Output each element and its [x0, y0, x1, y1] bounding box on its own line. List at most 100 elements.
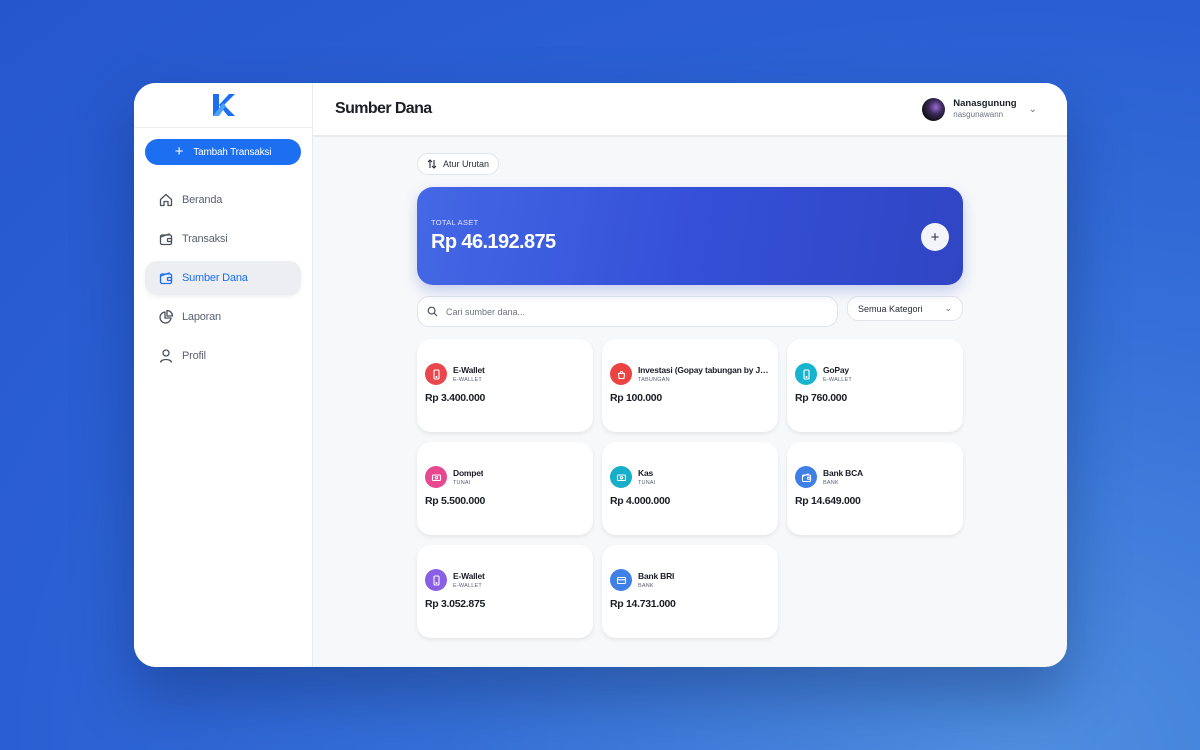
app-window: + Tambah Transaksi Beranda Transaksi Sum… — [134, 83, 1067, 667]
fund-name: GoPay — [823, 365, 849, 375]
sidebar-item-laporan[interactable]: Laporan — [145, 300, 301, 334]
phone-icon — [425, 569, 447, 591]
wallet-icon — [795, 466, 817, 488]
user-info: Nanasgunung nasgunawann — [953, 97, 1017, 119]
user-handle: nasgunawann — [953, 109, 1004, 119]
fund-grid: E-Wallet E-WALLET Rp 3.400.000 Investasi… — [417, 339, 963, 638]
page-title: Sumber Dana — [335, 100, 432, 117]
fund-text: E-Wallet E-WALLET — [453, 571, 485, 589]
fund-name: E-Wallet — [453, 365, 485, 375]
fund-head: GoPay E-WALLET — [795, 363, 955, 385]
home-icon — [159, 193, 173, 207]
logo-icon[interactable] — [210, 93, 236, 117]
chevron-down-icon: ⌄ — [1028, 103, 1037, 115]
search-icon — [427, 306, 438, 317]
sidebar-item-label: Beranda — [182, 194, 223, 206]
fund-type: TUNAI — [453, 480, 471, 486]
fund-head: Kas TUNAI — [610, 466, 770, 488]
fund-card[interactable]: E-Wallet E-WALLET Rp 3.400.000 — [417, 339, 593, 432]
fund-name: Bank BRI — [638, 571, 675, 581]
sidebar-item-label: Profil — [182, 350, 206, 362]
sidebar-item-profil[interactable]: Profil — [145, 339, 301, 373]
total-assets-card: TOTAL ASET Rp 46.192.875 + — [417, 187, 963, 285]
sidebar-item-label: Transaksi — [182, 233, 228, 245]
pie-chart-icon — [159, 309, 174, 324]
category-select[interactable]: Semua Kategori ⌄ — [847, 296, 963, 321]
sidebar-nav: Beranda Transaksi Sumber Dana Laporan Pr… — [134, 183, 312, 373]
fund-text: GoPay E-WALLET — [823, 365, 852, 383]
fund-type: BANK — [638, 583, 654, 589]
fund-amount: Rp 3.052.875 — [425, 598, 486, 610]
sidebar-item-label: Sumber Dana — [182, 272, 248, 284]
fund-text: Bank BCA BANK — [823, 468, 863, 486]
fund-name: Dompet — [453, 468, 484, 478]
sort-button[interactable]: Atur Urutan — [417, 153, 500, 175]
plus-icon: + — [174, 142, 184, 160]
fund-amount: Rp 100.000 — [610, 392, 662, 404]
fund-type: E-WALLET — [453, 377, 482, 383]
fund-card[interactable]: E-Wallet E-WALLET Rp 3.052.875 — [417, 545, 593, 638]
cash-icon — [425, 466, 447, 488]
search-box — [417, 296, 838, 327]
phone-icon — [425, 363, 447, 385]
fund-head: E-Wallet E-WALLET — [425, 569, 585, 591]
fund-text: E-Wallet E-WALLET — [453, 365, 485, 383]
add-transaction-label: Tambah Transaksi — [193, 146, 272, 158]
fund-text: Kas TUNAI — [638, 468, 656, 486]
fund-card[interactable]: Bank BRI BANK Rp 14.731.000 — [602, 545, 778, 638]
fund-amount: Rp 14.649.000 — [795, 495, 861, 507]
fund-amount: Rp 760.000 — [795, 392, 847, 404]
user-icon — [159, 349, 173, 363]
fund-text: Dompet TUNAI — [453, 468, 483, 486]
sidebar-item-transaksi[interactable]: Transaksi — [145, 222, 301, 256]
fund-head: Bank BRI BANK — [610, 569, 770, 591]
sort-icon — [427, 159, 437, 169]
chevron-down-icon: ⌄ — [944, 303, 952, 313]
fund-card[interactable]: Bank BCA BANK Rp 14.649.000 — [787, 442, 963, 535]
content: Atur Urutan TOTAL ASET Rp 46.192.875 + S… — [417, 153, 963, 638]
fund-card[interactable]: Kas TUNAI Rp 4.000.000 — [602, 442, 778, 535]
sidebar: + Tambah Transaksi Beranda Transaksi Sum… — [134, 83, 313, 667]
fund-amount: Rp 5.500.000 — [425, 495, 486, 507]
fund-card[interactable]: Investasi (Gopay tabungan by Ja... TABUN… — [602, 339, 778, 432]
sidebar-item-label: Laporan — [182, 311, 221, 323]
fund-amount: Rp 4.000.000 — [610, 495, 671, 507]
fund-type: TABUNGAN — [638, 377, 670, 383]
user-name: Nanasgunung — [953, 97, 1017, 109]
fund-name: Investasi (Gopay tabungan by Ja... — [638, 365, 770, 375]
fund-head: Investasi (Gopay tabungan by Ja... TABUN… — [610, 363, 770, 385]
fund-head: Dompet TUNAI — [425, 466, 585, 488]
piggy-bank-icon — [610, 363, 632, 385]
fund-amount: Rp 14.731.000 — [610, 598, 676, 610]
wallet-icon — [159, 233, 173, 246]
sort-label: Atur Urutan — [443, 159, 490, 169]
main-area: Sumber Dana Nanasgunung nasgunawann ⌄ At… — [313, 83, 1067, 667]
phone-icon — [795, 363, 817, 385]
sidebar-item-beranda[interactable]: Beranda — [145, 183, 301, 217]
fund-type: BANK — [823, 480, 839, 486]
plus-icon: + — [930, 228, 940, 246]
fund-type: E-WALLET — [823, 377, 852, 383]
fund-type: E-WALLET — [453, 583, 482, 589]
fund-type: TUNAI — [638, 480, 656, 486]
fund-name: Kas — [638, 468, 653, 478]
fund-name: Bank BCA — [823, 468, 863, 478]
card-icon — [610, 569, 632, 591]
category-select-value: Semua Kategori — [858, 303, 923, 314]
fund-text: Investasi (Gopay tabungan by Ja... TABUN… — [638, 365, 770, 383]
fund-card[interactable]: Dompet TUNAI Rp 5.500.000 — [417, 442, 593, 535]
avatar — [922, 97, 946, 121]
user-menu[interactable]: Nanasgunung nasgunawann ⌄ — [922, 97, 1037, 121]
wallet-icon — [159, 272, 173, 285]
total-assets-label: TOTAL ASET — [431, 218, 479, 227]
fund-card[interactable]: GoPay E-WALLET Rp 760.000 — [787, 339, 963, 432]
add-fund-button[interactable]: + — [921, 223, 949, 251]
logo-area — [134, 83, 312, 128]
fund-head: E-Wallet E-WALLET — [425, 363, 585, 385]
total-assets-value: Rp 46.192.875 — [431, 231, 556, 253]
fund-amount: Rp 3.400.000 — [425, 392, 486, 404]
add-transaction-button[interactable]: + Tambah Transaksi — [145, 139, 301, 165]
search-input[interactable] — [446, 306, 746, 317]
sidebar-item-sumber-dana[interactable]: Sumber Dana — [145, 261, 301, 295]
fund-text: Bank BRI BANK — [638, 571, 674, 589]
